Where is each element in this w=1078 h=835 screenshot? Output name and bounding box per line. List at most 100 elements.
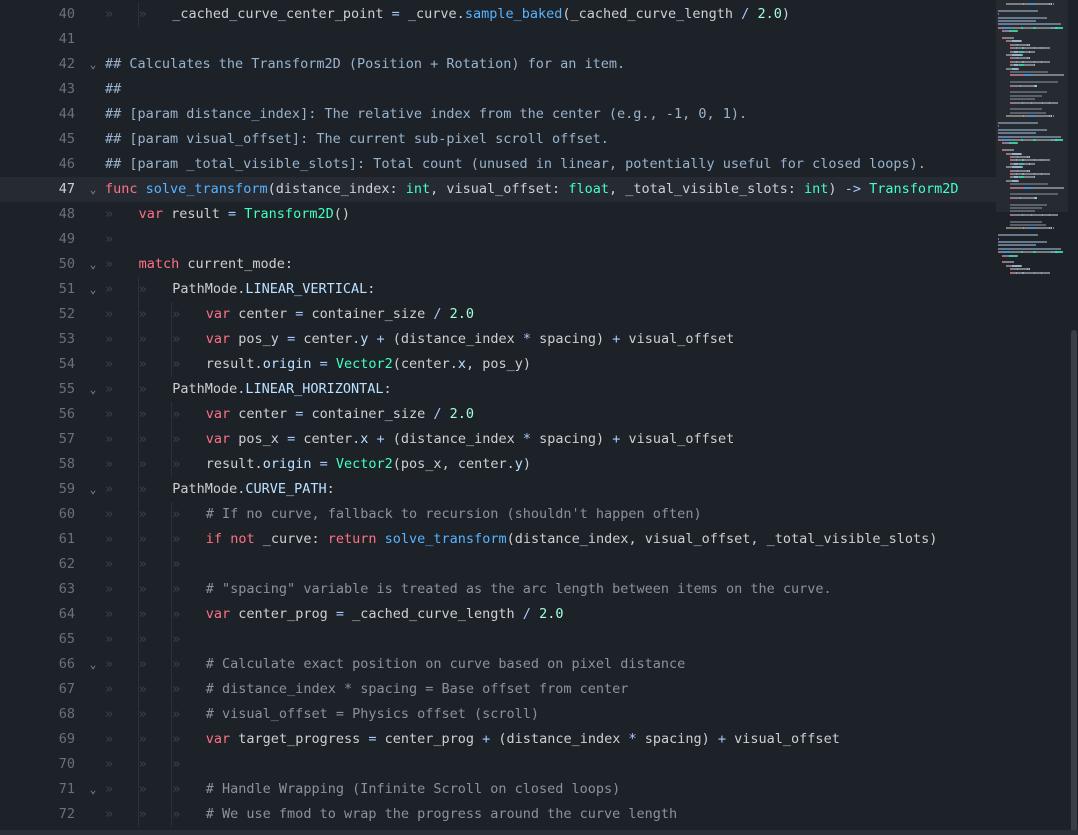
code-line[interactable]: 49 » — [0, 227, 996, 252]
tab-marker-icon: » — [138, 431, 147, 447]
tab-marker-icon: » — [172, 306, 181, 322]
code-token: return — [327, 531, 377, 547]
fold-chevron-icon[interactable]: ⌄ — [87, 52, 99, 77]
tab-marker-icon: » — [105, 206, 114, 222]
code-line[interactable]: 64 » » » var center_prog = _cached_curve_len… — [0, 602, 996, 627]
code-line[interactable]: 71 ⌄ » » » # Handle Wrapping (Infinite Scroll… — [0, 777, 996, 802]
code-token: ## — [105, 81, 122, 97]
minimap-stroke — [1011, 213, 1023, 216]
code-token: center_prog — [376, 731, 483, 747]
minimap-stroke — [1010, 224, 1046, 226]
minimap-stroke — [1041, 60, 1051, 63]
minimap-stroke — [1010, 210, 1036, 213]
code-line[interactable]: 44 ## [param distance_index]: The relativ… — [0, 102, 996, 127]
code-line[interactable]: 60 » » » # If no curve, fallback to recursio… — [0, 502, 996, 527]
code-line[interactable]: 66 ⌄ » » » # Calculate exact position on curv… — [0, 652, 996, 677]
code-line[interactable]: 45 ## [param visual_offset]: The current … — [0, 127, 996, 152]
code-line[interactable]: 47 ⌄ func solve_transform(distance_index: … — [0, 177, 996, 202]
minimap-stroke — [1010, 111, 1046, 114]
minimap-stroke — [1022, 166, 1023, 169]
fold-chevron-icon[interactable]: ⌄ — [87, 652, 99, 677]
code-token: 2.0 — [449, 406, 475, 422]
code-line[interactable]: 51 ⌄ » » PathMode.LINEAR_VERTICAL: — [0, 277, 996, 302]
minimap-stroke — [1028, 115, 1036, 118]
code-lines[interactable]: 40 » » _cached_curve_center_point = _curve.… — [0, 2, 996, 827]
line-number: 72 — [58, 806, 75, 822]
line-code: »»» var center = container_size / 2.0 — [105, 302, 474, 327]
code-line[interactable]: 40 » » _cached_curve_center_point = _curve.… — [0, 2, 996, 27]
code-token: sample_baked — [464, 6, 563, 22]
code-line[interactable]: 58 » » » result.origin = Vector2(pos_x, cent… — [0, 452, 996, 477]
tab-marker-icon: » — [172, 581, 181, 597]
line-number: 45 — [58, 131, 75, 147]
line-number: 56 — [58, 406, 75, 422]
code-line[interactable]: 48 » var result = Transform2D() — [0, 202, 996, 227]
code-line[interactable]: 41 — [0, 27, 996, 52]
minimap-stroke — [1028, 43, 1031, 46]
code-token: () — [333, 206, 350, 222]
line-number: 58 — [58, 456, 75, 472]
minimap-stroke — [1029, 162, 1035, 165]
code-line[interactable]: 52 »»» var center = container_size / 2.0 — [0, 302, 996, 327]
code-token: Vector2 — [335, 456, 393, 472]
minimap-stroke — [1011, 54, 1023, 56]
code-line[interactable]: 61 » » » if not _curve: return solve_transfo… — [0, 527, 996, 552]
code-line[interactable]: 69»»» var target_progress = center_prog +… — [0, 727, 996, 752]
line-code: » » PathMode.CURVE_PATH: — [105, 477, 335, 502]
code-line[interactable]: 68 » » » # visual_offset = Physics offset (s… — [0, 702, 996, 727]
minimap-stroke — [1032, 74, 1064, 77]
code-token: * — [628, 731, 637, 747]
code-token: ## Calculates the Transform2D (Position … — [105, 56, 626, 72]
fold-chevron-icon[interactable]: ⌄ — [87, 177, 99, 202]
line-number: 52 — [58, 306, 75, 322]
fold-chevron-icon[interactable]: ⌄ — [87, 277, 99, 302]
code-token: -> — [844, 181, 861, 197]
code-token: + — [717, 731, 727, 747]
code-token: var — [138, 206, 163, 222]
minimap-stroke — [998, 241, 1047, 243]
fold-chevron-icon[interactable]: ⌄ — [87, 377, 99, 402]
code-editor[interactable]: 40 » » _cached_curve_center_point = _curve.… — [0, 0, 1078, 835]
minimap-stroke — [1041, 271, 1051, 274]
code-line[interactable]: 62 » » » — [0, 552, 996, 577]
code-line[interactable]: 65 » » » — [0, 627, 996, 652]
fold-chevron-icon[interactable]: ⌄ — [87, 777, 99, 802]
vertical-scrollbar[interactable] — [1069, 0, 1078, 835]
code-line[interactable]: 57»»» var pos_x = center.x + (distance_in… — [0, 427, 996, 452]
code-token: center — [230, 406, 296, 422]
code-token: # Handle Wrapping (Infinite Scroll on cl… — [205, 781, 621, 797]
minimap-stroke — [1006, 115, 1023, 118]
minimap-stroke — [1001, 26, 1011, 29]
code-line[interactable]: 50 ⌄ » match current_mode: — [0, 252, 996, 277]
code-line[interactable]: 43 ## — [0, 77, 996, 102]
code-line[interactable]: 54 » » » result.origin = Vector2(center.x, p… — [0, 352, 996, 377]
code-line[interactable]: 55 ⌄ » » PathMode.LINEAR_HORIZONTAL: — [0, 377, 996, 402]
code-line[interactable]: 72 » » » # We use fmod to wrap the progress … — [0, 802, 996, 827]
code-token: (distance_index, visual_offset, _total_v… — [506, 531, 938, 547]
horizontal-scrollbar[interactable] — [0, 830, 1078, 835]
minimap-stroke — [1052, 227, 1054, 230]
minimap-stroke — [1023, 186, 1033, 189]
line-code: »»» var center = container_size / 2.0 — [105, 402, 474, 427]
code-line[interactable]: 63 » » » # "spacing" variable is treated as … — [0, 577, 996, 602]
tab-marker-icon: » — [138, 606, 147, 622]
minimap-stroke — [1011, 152, 1021, 155]
code-token: origin — [262, 456, 312, 472]
fold-chevron-icon[interactable]: ⌄ — [87, 252, 99, 277]
minimap[interactable] — [996, 0, 1068, 835]
tab-marker-icon: » — [172, 331, 181, 347]
code-line[interactable]: 70 » » » — [0, 752, 996, 777]
minimap-stroke — [1028, 268, 1031, 271]
code-token: origin — [262, 356, 312, 372]
code-line[interactable]: 53»»» var pos_y = center.y + (distance_in… — [0, 327, 996, 352]
code-line[interactable]: 59 ⌄ » » PathMode.CURVE_PATH: — [0, 477, 996, 502]
line-number: 65 — [58, 631, 75, 647]
vertical-scrollbar-thumb[interactable] — [1071, 330, 1077, 835]
code-line[interactable]: 67 » » » # distance_index * spacing = Base o… — [0, 677, 996, 702]
code-line[interactable]: 42 ⌄ ## Calculates the Transform2D (Positi… — [0, 52, 996, 77]
code-line[interactable]: 56 »»» var center = container_size / 2.0 — [0, 402, 996, 427]
code-line[interactable]: 46 ## [param _total_visible_slots]: Total… — [0, 152, 996, 177]
code-token: Transform2D — [869, 181, 959, 197]
fold-chevron-icon[interactable]: ⌄ — [87, 477, 99, 502]
